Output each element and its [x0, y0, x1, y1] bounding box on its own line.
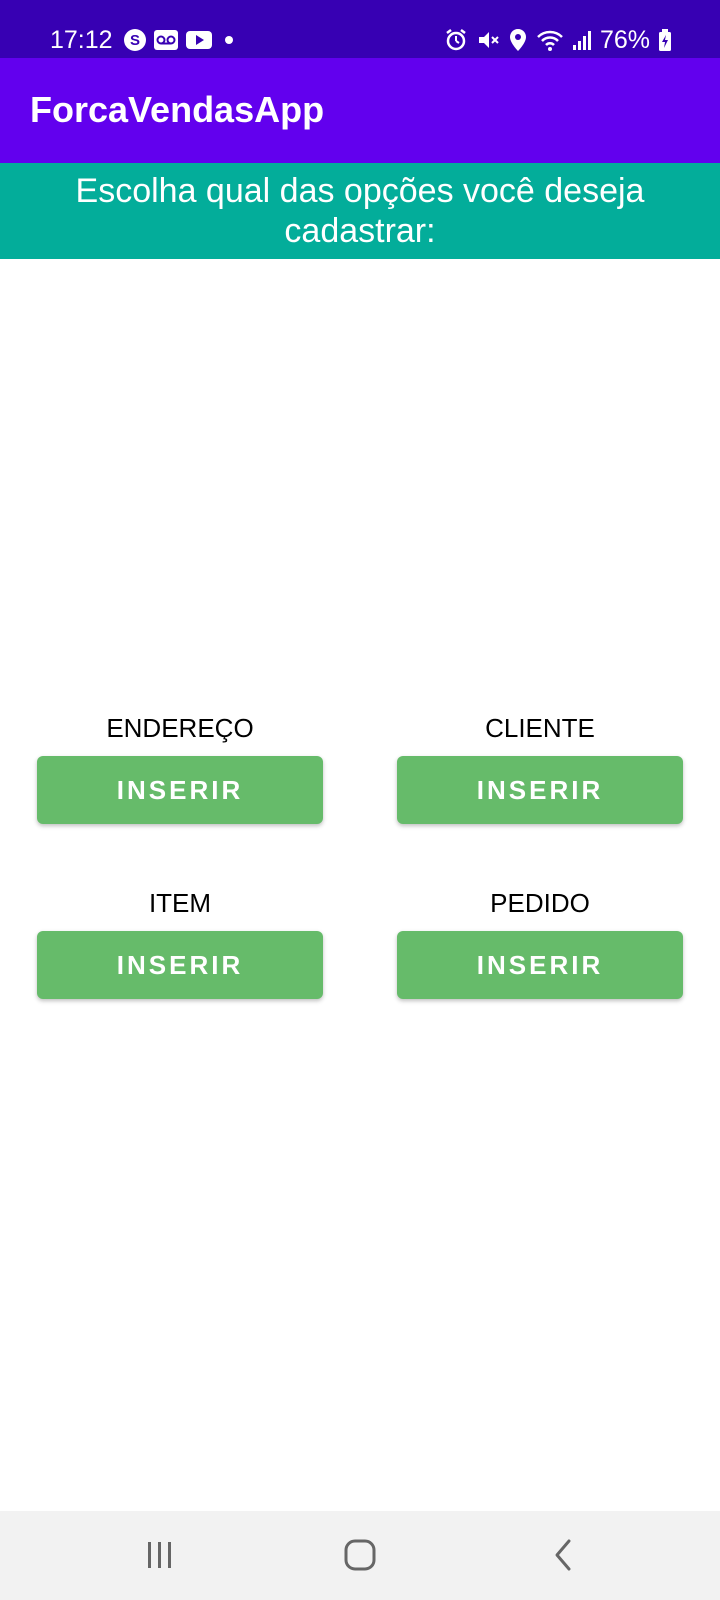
back-icon	[551, 1538, 575, 1572]
home-button[interactable]	[330, 1529, 390, 1581]
svg-text:S: S	[130, 32, 140, 49]
insert-cliente-button[interactable]: INSERIR	[397, 756, 683, 824]
option-pedido: PEDIDO INSERIR	[397, 887, 683, 999]
skype-icon: S	[123, 28, 147, 52]
option-label-pedido: PEDIDO	[490, 888, 590, 918]
battery-percent: 76%	[599, 26, 650, 54]
app-title: ForcaVendasApp	[30, 89, 325, 130]
youtube-icon	[185, 29, 213, 51]
option-label-item: ITEM	[148, 888, 212, 918]
app-bar: ForcaVendasApp	[0, 58, 720, 163]
option-label-cliente: CLIENTE	[485, 713, 595, 743]
alarm-icon	[444, 28, 468, 52]
insert-item-button[interactable]: INSERIR	[37, 931, 323, 999]
battery-icon	[658, 28, 672, 52]
home-icon	[343, 1538, 377, 1572]
insert-endereco-button[interactable]: INSERIR	[37, 756, 323, 824]
recent-apps-button[interactable]	[130, 1529, 190, 1581]
status-time: 17:12	[50, 26, 113, 54]
prompt-band: Escolha qual das opções você deseja cada…	[0, 163, 720, 259]
status-left: 17:12 S	[50, 24, 239, 56]
option-endereco: ENDEREÇO INSERIR	[37, 712, 323, 824]
voicemail-icon	[153, 29, 179, 51]
status-right: 76%	[444, 24, 672, 56]
prompt-text: Escolha qual das opções você deseja cada…	[75, 172, 645, 250]
recent-apps-icon	[144, 1540, 176, 1570]
nav-bar	[0, 1511, 720, 1600]
back-button[interactable]	[533, 1529, 593, 1581]
option-cliente: CLIENTE INSERIR	[397, 712, 683, 824]
wifi-icon	[536, 28, 564, 52]
status-bar: 17:12 S 76%	[0, 0, 720, 58]
signal-icon	[572, 29, 592, 51]
option-label-endereco: ENDEREÇO	[106, 713, 254, 743]
option-item: ITEM INSERIR	[37, 887, 323, 999]
notification-dot-icon	[219, 30, 239, 50]
insert-pedido-button[interactable]: INSERIR	[397, 931, 683, 999]
mute-icon	[476, 28, 500, 52]
location-icon	[508, 28, 528, 52]
